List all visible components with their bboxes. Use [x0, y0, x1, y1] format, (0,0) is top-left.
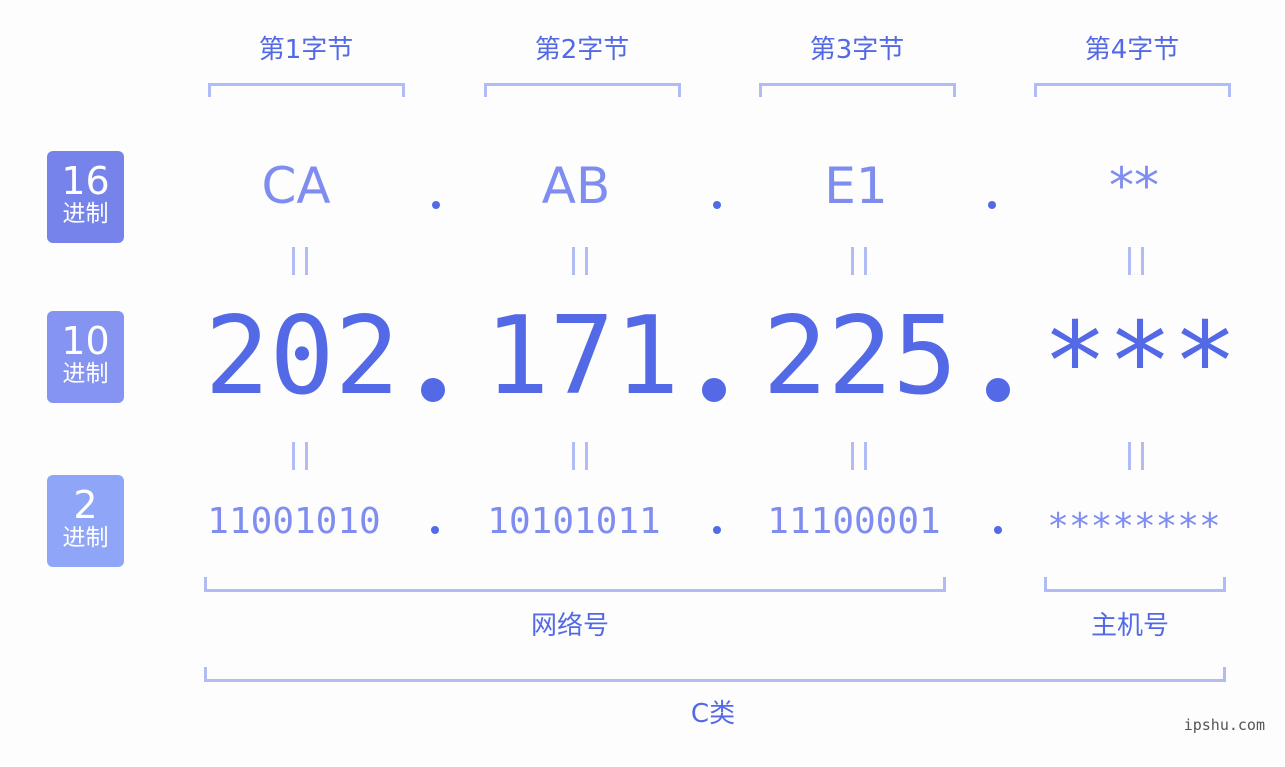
byte-1-label: 第1字节	[258, 35, 354, 65]
equals-icon	[1128, 247, 1144, 275]
dec-byte-1: 202	[204, 294, 400, 419]
class-label: C类	[690, 699, 736, 729]
badge-bin-number: 2	[73, 483, 98, 527]
byte-1-bracket	[208, 83, 405, 97]
dec-byte-2: 171	[484, 294, 680, 419]
equals-icon	[292, 247, 308, 275]
dec-separator-2	[702, 378, 726, 402]
byte-4-label: 第4字节	[1084, 35, 1180, 65]
byte-2-label: 第2字节	[534, 35, 630, 65]
class-bracket	[204, 667, 1226, 682]
badge-dec: 10 进制	[47, 311, 124, 403]
badge-hex-number: 16	[61, 159, 110, 203]
badge-hex: 16 进制	[47, 151, 124, 243]
hex-separator-1	[432, 201, 440, 209]
hex-byte-4: **	[1109, 157, 1159, 215]
byte-4-bracket	[1034, 83, 1231, 97]
byte-3-label: 第3字节	[809, 35, 905, 65]
bin-byte-4: ********	[1047, 506, 1221, 547]
equals-icon	[851, 442, 867, 470]
dec-byte-4: ***	[1042, 300, 1238, 425]
hex-separator-2	[713, 201, 721, 209]
badge-hex-unit: 进制	[62, 201, 109, 227]
watermark: ipshu.com	[1183, 716, 1265, 734]
bin-separator-1	[431, 526, 439, 534]
host-label: 主机号	[1090, 611, 1169, 641]
badge-dec-unit: 进制	[62, 361, 109, 387]
badge-bin: 2 进制	[47, 475, 124, 567]
bin-separator-2	[713, 526, 721, 534]
equals-icon	[292, 442, 308, 470]
dec-separator-1	[421, 378, 445, 402]
bin-byte-1: 11001010	[207, 501, 381, 542]
network-bracket	[204, 577, 946, 592]
equals-icon	[572, 442, 588, 470]
byte-2-bracket	[484, 83, 681, 97]
hex-separator-3	[988, 201, 996, 209]
host-bracket	[1044, 577, 1226, 592]
badge-bin-unit: 进制	[62, 525, 109, 551]
byte-3-bracket	[759, 83, 956, 97]
bin-byte-2: 10101011	[487, 501, 661, 542]
hex-byte-2: AB	[541, 157, 611, 215]
equals-icon	[851, 247, 867, 275]
badge-dec-number: 10	[61, 319, 110, 363]
dec-byte-3: 225	[762, 294, 958, 419]
equals-icon	[1128, 442, 1144, 470]
dec-separator-3	[986, 378, 1010, 402]
equals-icon	[572, 247, 588, 275]
bin-byte-3: 11100001	[767, 501, 941, 542]
network-label: 网络号	[530, 611, 609, 641]
hex-byte-3: E1	[824, 157, 888, 215]
bin-separator-3	[994, 526, 1002, 534]
hex-byte-1: CA	[261, 157, 331, 215]
